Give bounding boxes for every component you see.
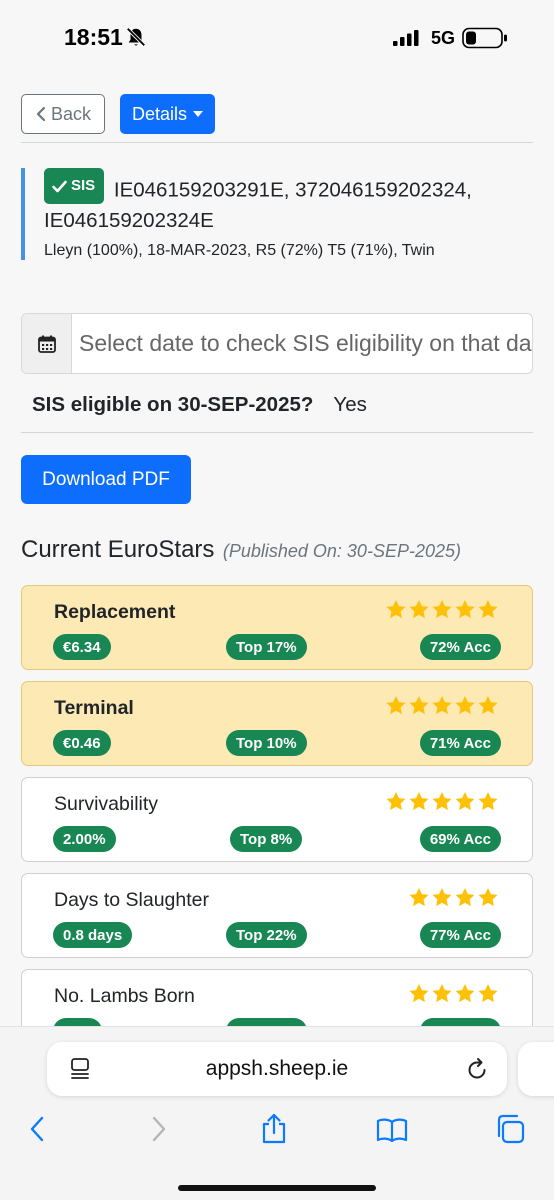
star-icon <box>478 600 498 619</box>
status-bar: 18:51 5G <box>0 0 554 76</box>
star-icon <box>386 792 406 811</box>
star-icon <box>478 792 498 811</box>
share-icon[interactable] <box>258 1113 290 1145</box>
star-rating <box>408 886 499 908</box>
eurostar-value-badge: 2.00% <box>53 826 116 852</box>
star-icon <box>409 600 429 619</box>
eurostar-rank-badge: Top 27% <box>226 1018 307 1026</box>
battery-icon <box>462 27 507 49</box>
animal-header: SIS IE046159203291E, 372046159202324, IE… <box>21 168 533 260</box>
next-tab-preview[interactable] <box>518 1042 554 1096</box>
star-icon <box>455 696 475 715</box>
tabs-icon[interactable] <box>494 1113 526 1145</box>
eurostar-trait-name: No. Lambs Born <box>54 985 195 1007</box>
star-rating <box>385 598 499 620</box>
details-dropdown-button[interactable]: Details <box>120 94 215 134</box>
back-button-label: Back <box>50 103 92 124</box>
bell-slash-icon <box>126 27 146 47</box>
divider <box>21 432 533 433</box>
eurostar-trait-name: Days to Slaughter <box>54 889 210 911</box>
check-icon <box>52 180 67 192</box>
eurostar-trait-name: Terminal <box>54 697 134 719</box>
eurostar-card: No. Lambs Born 0.22 Top 27% 73% Acc <box>21 969 533 1026</box>
sis-eligibility: SIS eligible on 30-SEP-2025? Yes <box>32 393 367 417</box>
star-icon <box>409 984 429 1003</box>
star-rating <box>385 694 499 716</box>
eurostar-rank-badge: Top 17% <box>226 634 307 660</box>
chevron-left-icon <box>36 106 46 122</box>
eurostar-value-badge: €6.34 <box>53 634 111 660</box>
sis-eligibility-answer: Yes <box>333 393 367 416</box>
network-label: 5G <box>431 28 456 48</box>
eurostar-trait-name: Replacement <box>54 601 176 623</box>
star-icon <box>432 696 452 715</box>
eurostars-published: (Published On: 30-SEP-2025) <box>222 541 461 561</box>
eurostar-rank-badge: Top 22% <box>226 922 307 948</box>
star-icon <box>455 600 475 619</box>
address-bar[interactable]: appsh.sheep.ie <box>47 1042 507 1096</box>
eurostar-card: Survivability 2.00% Top 8% 69% Acc <box>21 777 533 862</box>
back-button[interactable]: Back <box>21 94 105 134</box>
eurostar-card: Days to Slaughter 0.8 days Top 22% 77% Acc <box>21 873 533 958</box>
star-icon <box>478 888 498 907</box>
divider <box>21 142 533 143</box>
star-icon <box>432 984 452 1003</box>
star-icon <box>409 888 429 907</box>
status-time: 18:51 <box>64 24 123 50</box>
eurostar-rank-badge: Top 10% <box>226 730 307 756</box>
eurostar-accuracy-badge: 69% Acc <box>419 826 501 852</box>
browser-toolbar: appsh.sheep.ie <box>0 1026 554 1200</box>
star-icon <box>386 600 406 619</box>
calendar-icon <box>37 335 56 353</box>
animal-tags: IE046159203291E, 372046159202324, IE0461… <box>44 178 472 232</box>
star-icon <box>386 696 406 715</box>
details-button-label: Details <box>131 103 188 124</box>
star-rating <box>385 790 499 812</box>
eurostar-value-badge: 0.22 <box>53 1018 103 1026</box>
bookmarks-icon[interactable] <box>376 1113 408 1145</box>
eurostar-rank-badge: Top 8% <box>230 826 303 852</box>
eurostar-trait-name: Survivability <box>54 793 159 815</box>
signal-icon <box>393 30 419 46</box>
sis-date-input[interactable]: Select date to check SIS eligibility on … <box>72 314 532 373</box>
eurostar-accuracy-badge: 73% Acc <box>419 1018 501 1026</box>
star-icon <box>455 888 475 907</box>
sis-eligibility-question: SIS eligible on 30-SEP-2025? <box>32 393 314 416</box>
sis-badge-label: SIS <box>71 177 96 194</box>
home-indicator <box>178 1185 376 1191</box>
eurostar-accuracy-badge: 77% Acc <box>419 922 501 948</box>
back-nav-icon[interactable] <box>22 1113 54 1145</box>
eurostar-accuracy-badge: 71% Acc <box>419 730 501 756</box>
caret-down-icon <box>193 111 204 117</box>
star-icon <box>409 696 429 715</box>
star-icon <box>432 792 452 811</box>
star-icon <box>478 984 498 1003</box>
eurostars-title: Current EuroStars <box>21 536 215 563</box>
url-text: appsh.sheep.ie <box>205 1057 349 1080</box>
forward-nav-icon[interactable] <box>142 1113 174 1145</box>
star-icon <box>432 600 452 619</box>
eurostar-card: Terminal €0.46 Top 10% 71% Acc <box>21 681 533 766</box>
reload-icon[interactable] <box>465 1056 489 1082</box>
eurostars-heading: Current EuroStars (Published On: 30-SEP-… <box>21 536 461 564</box>
star-icon <box>409 792 429 811</box>
eurostar-value-badge: €0.46 <box>53 730 111 756</box>
star-icon <box>455 984 475 1003</box>
page-content: Back Details SIS IE046159203291E, 372046… <box>0 76 554 1026</box>
star-icon <box>432 888 452 907</box>
eurostar-value-badge: 0.8 days <box>53 922 133 948</box>
star-icon <box>455 792 475 811</box>
eurostar-accuracy-badge: 72% Acc <box>419 634 501 660</box>
calendar-button[interactable] <box>22 314 72 373</box>
sis-date-field[interactable]: Select date to check SIS eligibility on … <box>21 313 533 374</box>
download-pdf-button[interactable]: Download PDF <box>21 455 191 504</box>
star-icon <box>478 696 498 715</box>
sis-badge: SIS <box>44 168 105 204</box>
eurostar-card: Replacement €6.34 Top 17% 72% Acc <box>21 585 533 670</box>
animal-tags-block: SIS IE046159203291E, 372046159202324, IE… <box>44 168 533 236</box>
animal-meta: Lleyn (100%), 18-MAR-2023, R5 (72%) T5 (… <box>44 241 435 259</box>
star-rating <box>408 982 499 1004</box>
